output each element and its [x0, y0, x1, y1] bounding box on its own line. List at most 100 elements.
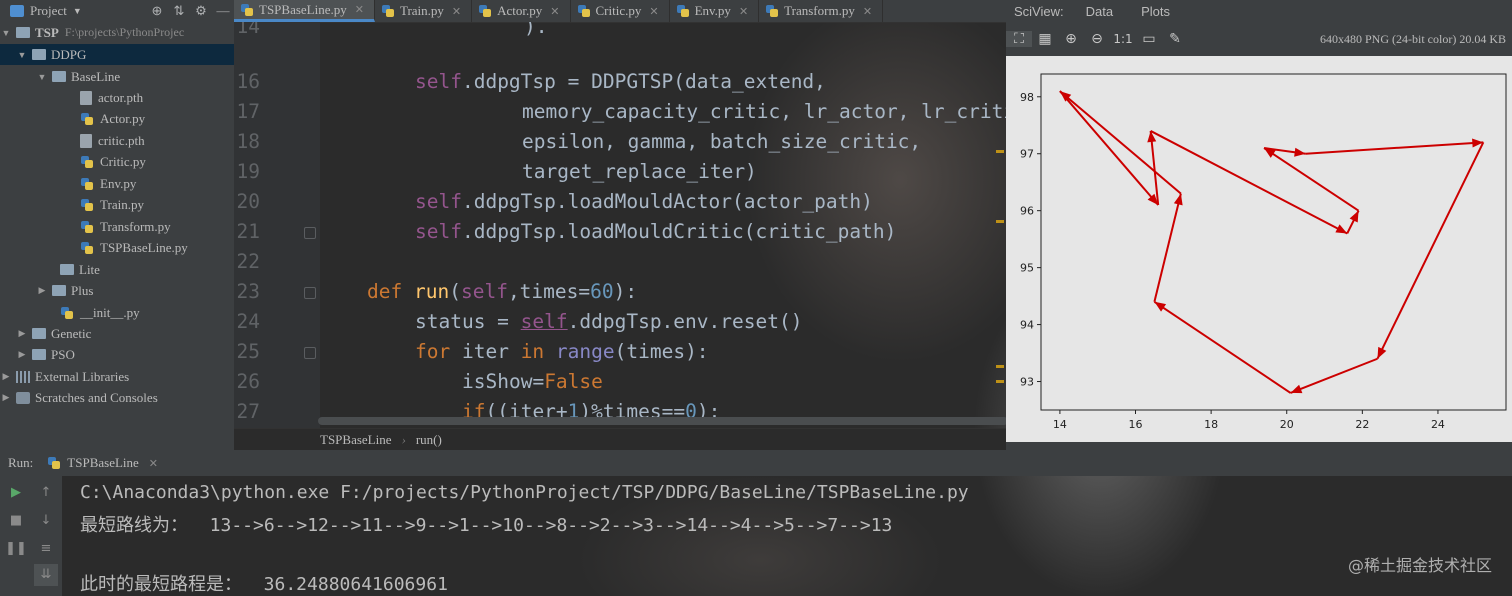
file-icon	[80, 133, 92, 148]
tree-item-tsp[interactable]: ▼ TSP F:\projects\PythonProjec	[0, 22, 234, 43]
code-line: 20 self.ddpgTsp.loadMouldActor(actor_path…	[236, 190, 873, 213]
breadcrumb-function[interactable]: run()	[416, 432, 442, 448]
zoom-out-icon[interactable]: ⊖	[1084, 31, 1110, 47]
python-file-icon	[60, 306, 74, 320]
minimize-icon[interactable]: —	[212, 3, 234, 19]
folder-icon	[32, 49, 46, 60]
chevron-right-icon[interactable]: ▶	[16, 349, 28, 360]
tree-item-file[interactable]: critic.pth	[0, 130, 234, 151]
folder-icon	[52, 285, 66, 296]
run-config-tab[interactable]: TSPBaseLine	[67, 455, 139, 471]
collapse-icon[interactable]: ⇅	[168, 3, 190, 19]
chevron-down-icon[interactable]: ▼	[73, 6, 82, 16]
code-line: 26 isShow=False	[236, 370, 603, 393]
target-icon[interactable]: ⊕	[146, 3, 168, 19]
python-file-icon	[80, 112, 94, 126]
pause-icon[interactable]: ❚❚	[4, 538, 28, 560]
tree-item-file[interactable]: Train.py	[0, 194, 234, 215]
tree-item-file[interactable]: Critic.py	[0, 151, 234, 172]
tab-actor[interactable]: Actor.py ✕	[472, 0, 571, 22]
stop-icon[interactable]: ■	[4, 510, 28, 532]
tree-item-scratches[interactable]: ▶ Scratches and Consoles	[0, 387, 234, 408]
code-line: 21 self.ddpgTsp.loadMouldCritic(critic_pa…	[236, 220, 897, 243]
chevron-down-icon[interactable]: ▼	[16, 50, 28, 60]
chevron-right-icon[interactable]: ▶	[36, 285, 48, 296]
tree-item-file[interactable]: Transform.py	[0, 216, 234, 237]
python-file-icon	[577, 4, 591, 18]
rerun-icon[interactable]: ▶	[4, 482, 28, 504]
close-icon[interactable]: ✕	[550, 5, 559, 18]
code-line: 17 memory_capacity_critic, lr_actor, lr_c…	[236, 100, 1006, 123]
gear-icon[interactable]: ⚙	[190, 3, 212, 19]
tab-env[interactable]: Env.py ✕	[670, 0, 760, 22]
code-line: 14).	[236, 22, 548, 38]
x-tick-label: 16	[1129, 418, 1143, 431]
grid-icon[interactable]: ▦	[1032, 31, 1058, 47]
tree-item-genetic[interactable]: ▶ Genetic	[0, 323, 234, 344]
soft-wrap-icon[interactable]: ≡	[34, 538, 58, 560]
folder-icon	[32, 328, 46, 339]
tree-item-file[interactable]: TSPBaseLine.py	[0, 237, 234, 258]
tree-item-file[interactable]: Env.py	[0, 173, 234, 194]
fold-icon[interactable]	[304, 227, 316, 239]
close-icon[interactable]: ✕	[355, 3, 364, 16]
x-tick-label: 14	[1053, 418, 1067, 431]
sciview-header: SciView: Data Plots	[1006, 0, 1512, 22]
code-line: 24 status = self.ddpgTsp.env.reset()	[236, 310, 803, 333]
tree-item-plus[interactable]: ▶ Plus	[0, 280, 234, 301]
close-icon[interactable]: ✕	[739, 5, 748, 18]
code-editor[interactable]: 14). 16 self.ddpgTsp = DDPGTSP(data_exten…	[234, 22, 1006, 428]
x-tick-label: 20	[1280, 418, 1294, 431]
tree-item-file[interactable]: Actor.py	[0, 108, 234, 129]
breadcrumb-file[interactable]: TSPBaseLine	[320, 432, 392, 448]
tree-item-lite[interactable]: Lite	[0, 259, 234, 280]
chevron-down-icon[interactable]: ▼	[36, 72, 48, 82]
code-line: 22	[236, 250, 260, 273]
run-toolbar: ▶ ↑ ■ ↓ ❚❚ ≡ ⇊	[0, 476, 62, 596]
fit-zoom-icon[interactable]: ⛶	[1006, 31, 1032, 47]
sciview-toolbar: ⛶ ▦ ⊕ ⊖ 1:1 ▭ ✎ 640x480 PNG (24-bit colo…	[1006, 26, 1512, 52]
python-file-icon	[80, 177, 94, 191]
y-tick-label: 98	[1020, 91, 1034, 104]
tree-item-pso[interactable]: ▶ PSO	[0, 344, 234, 365]
fold-icon[interactable]	[304, 347, 316, 359]
python-file-icon	[80, 241, 94, 255]
close-icon[interactable]: ✕	[649, 5, 658, 18]
chevron-down-icon[interactable]: ▼	[0, 28, 12, 38]
run-console-output[interactable]: C:\Anaconda3\python.exe F:/projects/Pyth…	[62, 476, 1512, 596]
up-arrow-icon[interactable]: ↑	[34, 482, 58, 504]
tab-data[interactable]: Data	[1086, 4, 1113, 19]
tree-item-ddpg[interactable]: ▼ DDPG	[0, 44, 234, 65]
background-icon[interactable]: ▭	[1136, 31, 1162, 47]
scroll-to-end-icon[interactable]: ⇊	[34, 564, 58, 586]
tab-train[interactable]: Train.py ✕	[375, 0, 473, 22]
tab-critic[interactable]: Critic.py ✕	[571, 0, 670, 22]
breadcrumb: TSPBaseLine › run()	[234, 428, 1006, 451]
scratches-icon	[16, 391, 30, 404]
python-file-icon	[381, 4, 395, 18]
chevron-right-icon[interactable]: ▶	[0, 371, 12, 382]
close-icon[interactable]: ✕	[149, 457, 158, 470]
project-toolwindow-header: Project ▼ ⊕ ⇅ ⚙ —	[0, 0, 234, 23]
zoom-in-icon[interactable]: ⊕	[1058, 31, 1084, 47]
actual-size-button[interactable]: 1:1	[1110, 32, 1136, 46]
tree-item-external-libraries[interactable]: ▶ External Libraries	[0, 366, 234, 387]
project-title[interactable]: Project	[30, 3, 67, 19]
tree-item-baseline[interactable]: ▼ BaseLine	[0, 66, 234, 87]
horizontal-scrollbar[interactable]	[318, 417, 1008, 425]
tree-item-file[interactable]: actor.pth	[0, 87, 234, 108]
tab-tspbaseline[interactable]: TSPBaseLine.py ✕	[234, 0, 375, 22]
fold-icon[interactable]	[304, 287, 316, 299]
sciview-title: SciView:	[1014, 3, 1064, 19]
close-icon[interactable]: ✕	[863, 5, 872, 18]
down-arrow-icon[interactable]: ↓	[34, 510, 58, 532]
tree-item-init[interactable]: __init__.py	[0, 302, 234, 323]
python-file-icon	[676, 4, 690, 18]
tab-transform[interactable]: Transform.py ✕	[759, 0, 884, 22]
tsp-route-chart: 14 16 18 20 22 24 93 94 95 96 97 98	[1020, 73, 1507, 431]
close-icon[interactable]: ✕	[452, 5, 461, 18]
chevron-right-icon[interactable]: ▶	[16, 328, 28, 339]
chevron-right-icon[interactable]: ▶	[0, 392, 12, 403]
tab-plots[interactable]: Plots	[1141, 4, 1170, 19]
color-picker-icon[interactable]: ✎	[1162, 31, 1188, 47]
